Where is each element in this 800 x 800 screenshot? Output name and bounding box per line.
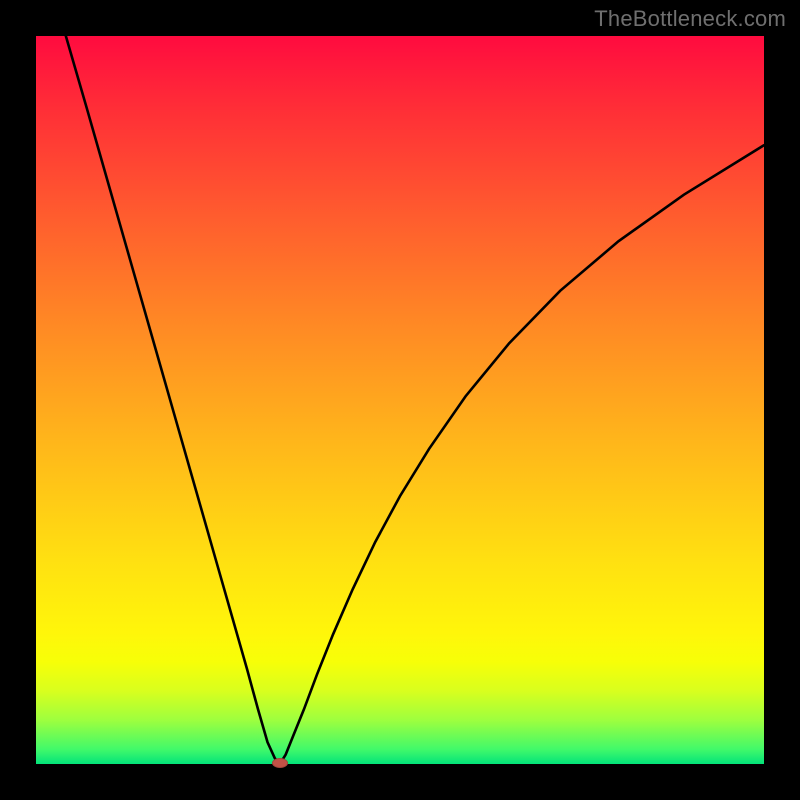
chart-frame: TheBottleneck.com bbox=[0, 0, 800, 800]
curve-svg bbox=[36, 36, 764, 764]
curve-left-branch bbox=[66, 36, 280, 764]
minimum-marker bbox=[272, 758, 288, 768]
curve-right-branch bbox=[280, 145, 764, 764]
watermark-text: TheBottleneck.com bbox=[594, 6, 786, 32]
plot-area bbox=[36, 36, 764, 764]
